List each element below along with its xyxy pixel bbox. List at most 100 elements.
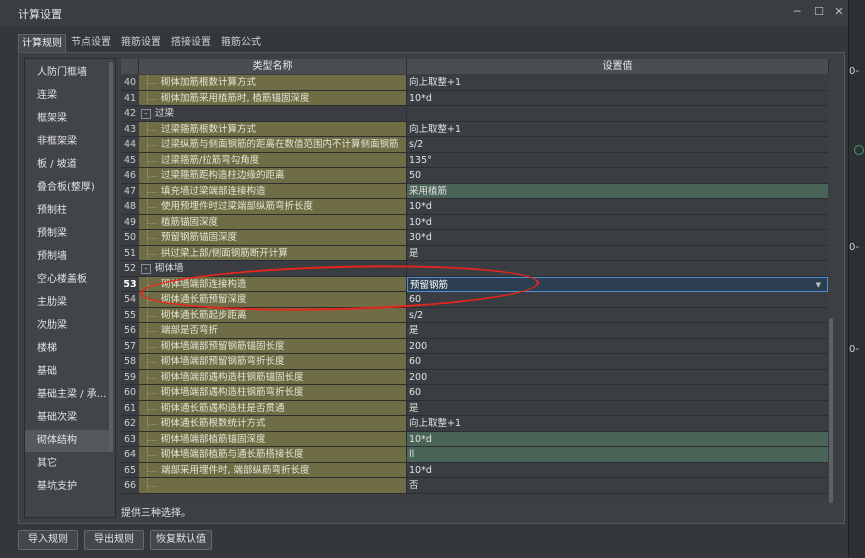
- sidebar-item-masonry[interactable]: 砌体结构: [25, 430, 111, 452]
- setting-value-cell[interactable]: 50: [407, 168, 828, 184]
- setting-value-cell[interactable]: 10*d: [407, 462, 828, 478]
- tab-stirrup-formula[interactable]: 箍筋公式: [218, 34, 264, 52]
- table-row[interactable]: 51 拱过梁上部/侧面钢筋断开计算 是: [121, 245, 829, 261]
- tab-calc-rules[interactable]: 计算规则: [18, 34, 66, 54]
- type-name-label: 植筋锚固深度: [161, 216, 219, 228]
- sidebar-item[interactable]: 次肋梁: [25, 315, 111, 337]
- tree-connector: [147, 230, 158, 245]
- setting-value-cell[interactable]: 60: [407, 385, 828, 401]
- setting-value-cell[interactable]: s/2: [407, 137, 828, 153]
- table-row[interactable]: 53 砌体墙端部连接构造 预留钢筋 ▼: [121, 276, 829, 292]
- sidebar-item[interactable]: 叠合板(整厚): [25, 177, 111, 199]
- table-row[interactable]: 48 使用预埋件时过梁端部纵筋弯折长度 10*d: [121, 199, 829, 215]
- table-row[interactable]: 41 砌体加筋采用植筋时, 植筋锚固深度 10*d: [121, 90, 829, 106]
- table-row[interactable]: 64 砌体墙端部植筋与通长筋搭接长度 ll: [121, 447, 829, 463]
- sidebar-item[interactable]: 连梁: [25, 85, 111, 107]
- tab-lap-settings[interactable]: 搭接设置: [168, 34, 214, 52]
- sidebar-item[interactable]: 基础: [25, 361, 111, 383]
- table-row[interactable]: 61 砌体通长筋遇构造柱是否贯通 是: [121, 400, 829, 416]
- tree-connector: [147, 431, 158, 447]
- sidebar-item[interactable]: 框架梁: [25, 108, 111, 130]
- setting-value-cell[interactable]: 是: [407, 245, 828, 261]
- setting-value-cell[interactable]: ll: [407, 447, 828, 463]
- sidebar-item[interactable]: 基础主梁 / 承...: [25, 384, 111, 406]
- sidebar-item[interactable]: 预制墙: [25, 246, 111, 268]
- table-row[interactable]: 62 砌体通长筋根数统计方式 向上取整+1: [121, 416, 829, 432]
- sidebar-item[interactable]: 其它: [25, 453, 111, 475]
- setting-value-cell[interactable]: 10*d: [407, 214, 828, 230]
- setting-value-cell[interactable]: 向上取整+1: [407, 416, 828, 432]
- table-row[interactable]: 47 填充墙过梁端部连接构造 采用植筋: [121, 183, 829, 199]
- sidebar-item[interactable]: 板 / 坡道: [25, 154, 111, 176]
- setting-value-dropdown[interactable]: 预留钢筋 ▼: [407, 276, 828, 292]
- setting-value-cell[interactable]: 135°: [407, 152, 828, 168]
- setting-value-cell[interactable]: 否: [407, 478, 828, 494]
- table-row[interactable]: 54 砌体通长筋预留深度 60: [121, 292, 829, 308]
- table-row[interactable]: 66 否: [121, 478, 829, 494]
- chevron-down-icon[interactable]: ▼: [816, 278, 821, 292]
- table-row[interactable]: 55 砌体通长筋起步距离 s/2: [121, 307, 829, 323]
- table-row[interactable]: 42- 过梁: [121, 106, 829, 122]
- setting-value-cell[interactable]: 200: [407, 338, 828, 354]
- tree-connector: [147, 168, 158, 183]
- sidebar-item[interactable]: 主肋梁: [25, 292, 111, 314]
- setting-value-text: 10*d: [409, 92, 432, 104]
- setting-value-text: 60: [409, 356, 422, 367]
- table-row[interactable]: 52- 砌体墙: [121, 261, 829, 277]
- sidebar-item[interactable]: 预制梁: [25, 223, 111, 245]
- grid-scrollbar[interactable]: [829, 318, 833, 503]
- collapse-toggle-icon[interactable]: -: [141, 264, 151, 274]
- table-row[interactable]: 56 端部是否弯折 是: [121, 323, 829, 339]
- setting-value-cell[interactable]: 采用植筋: [407, 183, 828, 199]
- table-row[interactable]: 40 砌体加筋根数计算方式 向上取整+1: [121, 75, 829, 91]
- sidebar-item[interactable]: 基坑支护: [25, 476, 111, 498]
- table-row[interactable]: 50 预留钢筋锚固深度 30*d: [121, 230, 829, 246]
- setting-value-cell[interactable]: 是: [407, 400, 828, 416]
- sidebar-scrollbar[interactable]: [109, 62, 113, 452]
- collapse-toggle-icon[interactable]: -: [141, 109, 151, 119]
- restore-defaults-button[interactable]: 恢复默认值: [150, 530, 212, 550]
- table-row[interactable]: 60 砌体墙端部遇构造柱钢筋弯折长度 60: [121, 385, 829, 401]
- maximize-icon[interactable]: ☐: [810, 4, 828, 20]
- tab-node-settings[interactable]: 节点设置: [68, 34, 114, 52]
- table-row[interactable]: 58 砌体墙端部预留钢筋弯折长度 60: [121, 354, 829, 370]
- close-icon[interactable]: ✕: [830, 4, 848, 20]
- table-row[interactable]: 43 过梁箍筋根数计算方式 向上取整+1: [121, 121, 829, 137]
- table-row[interactable]: 45 过梁箍筋/拉筋弯勾角度 135°: [121, 152, 829, 168]
- row-number: 54: [121, 292, 139, 308]
- sidebar-item[interactable]: 楼梯: [25, 338, 111, 360]
- minimize-icon[interactable]: ─: [788, 4, 806, 20]
- sidebar-item[interactable]: 人防门框墙: [25, 62, 111, 84]
- import-rules-button[interactable]: 导入规则: [18, 530, 78, 550]
- setting-value-cell[interactable]: 向上取整+1: [407, 121, 828, 137]
- table-row[interactable]: 63 砌体墙端部植筋锚固深度 10*d: [121, 431, 829, 447]
- setting-value-cell[interactable]: 10*d: [407, 199, 828, 215]
- setting-value-cell[interactable]: 10*d: [407, 431, 828, 447]
- row-number: 46: [121, 168, 139, 184]
- setting-value-cell[interactable]: 10*d: [407, 90, 828, 106]
- sidebar-item[interactable]: 空心楼盖板: [25, 269, 111, 291]
- table-row[interactable]: 65 端部采用埋件时, 端部纵筋弯折长度 10*d: [121, 462, 829, 478]
- table-row[interactable]: 57 砌体墙端部预留钢筋锚固长度 200: [121, 338, 829, 354]
- sidebar-item[interactable]: 预制柱: [25, 200, 111, 222]
- sidebar-item[interactable]: 基础次梁: [25, 407, 111, 429]
- table-row[interactable]: 59 砌体墙端部遇构造柱钢筋锚固长度 200: [121, 369, 829, 385]
- setting-value-cell[interactable]: [407, 106, 828, 122]
- setting-value-cell[interactable]: 向上取整+1: [407, 75, 828, 91]
- tree-connector: [147, 323, 158, 338]
- setting-value-cell[interactable]: s/2: [407, 307, 828, 323]
- table-row[interactable]: 46 过梁箍筋距构造柱边缘的距离 50: [121, 168, 829, 184]
- table-row[interactable]: 49 植筋锚固深度 10*d: [121, 214, 829, 230]
- export-rules-button[interactable]: 导出规则: [84, 530, 144, 550]
- setting-value-cell[interactable]: 是: [407, 323, 828, 339]
- table-row[interactable]: 44 过梁纵筋与侧面钢筋的距离在数值范围内不计算侧面钢筋 s/2: [121, 137, 829, 153]
- setting-value-cell[interactable]: 60: [407, 354, 828, 370]
- setting-value-cell[interactable]: 30*d: [407, 230, 828, 246]
- setting-value-cell[interactable]: [407, 261, 828, 277]
- tab-stirrup-settings[interactable]: 箍筋设置: [118, 34, 164, 52]
- setting-value-cell[interactable]: 200: [407, 369, 828, 385]
- setting-value-cell[interactable]: 60: [407, 292, 828, 308]
- sidebar-item[interactable]: 非框架梁: [25, 131, 111, 153]
- row-number: 61: [121, 400, 139, 416]
- row-number: 40: [121, 75, 139, 91]
